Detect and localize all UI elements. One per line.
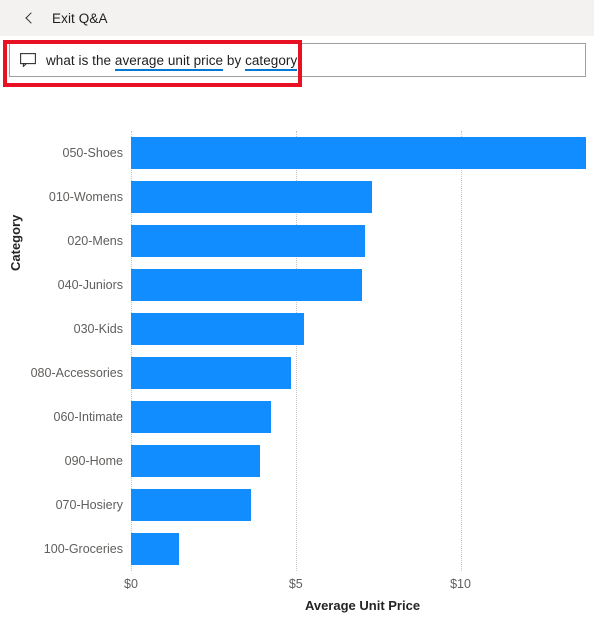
y-axis-category-label: 020-Mens [67, 234, 123, 248]
bar[interactable] [131, 269, 362, 301]
bar-row[interactable] [131, 269, 362, 301]
y-axis-category-label: 060-Intimate [53, 410, 123, 424]
bar[interactable] [131, 445, 260, 477]
y-axis-category-label: 010-Womens [48, 190, 123, 204]
y-axis-category-label: 050-Shoes [62, 146, 123, 160]
qa-token-0: what is the [46, 52, 115, 68]
y-axis-labels: 050-Shoes 010-Womens 020-Mens 040-Juniors 03… [0, 131, 131, 571]
bar-row[interactable] [131, 313, 304, 345]
bar-row[interactable] [131, 401, 272, 433]
bar-row[interactable] [131, 489, 252, 521]
bar-row[interactable] [131, 225, 365, 257]
qa-header-bar: Exit Q&A [0, 0, 594, 36]
bar[interactable] [131, 137, 586, 169]
qa-question-input[interactable]: what is the average unit price by catego… [9, 43, 586, 77]
bar[interactable] [131, 533, 179, 565]
qa-result-chart: Category 050-Shoes 010-Womens 020-Mens 040-… [0, 95, 594, 620]
bar[interactable] [131, 401, 272, 433]
qa-question-row: what is the average unit price by catego… [0, 37, 594, 83]
y-axis-category-label: 030-Kids [73, 322, 123, 336]
x-axis-tick-label: $10 [450, 577, 471, 591]
y-axis-category-label: 070-Hosiery [55, 498, 123, 512]
bar-row[interactable] [131, 533, 179, 565]
plot-area [131, 131, 594, 571]
y-axis-category-label: 100-Groceries [43, 542, 123, 556]
bar-row[interactable] [131, 445, 260, 477]
y-axis-category-label: 090-Home [64, 454, 123, 468]
bar[interactable] [131, 225, 365, 257]
bar-row[interactable] [131, 137, 586, 169]
speech-bubble-icon [20, 53, 36, 67]
qa-token-1[interactable]: average unit price [114, 52, 224, 71]
qa-token-2: by [223, 52, 246, 68]
bar[interactable] [131, 313, 304, 345]
bar-row[interactable] [131, 181, 372, 213]
chevron-left-icon[interactable] [22, 11, 36, 25]
bar-row[interactable] [131, 357, 291, 389]
qa-token-3[interactable]: category [245, 52, 298, 71]
bar[interactable] [131, 181, 372, 213]
bar[interactable] [131, 357, 291, 389]
y-axis-category-label: 040-Juniors [57, 278, 123, 292]
gridline [460, 131, 462, 571]
bar[interactable] [131, 489, 252, 521]
x-axis-title: Average Unit Price [304, 598, 421, 613]
qa-question-text: what is the average unit price by catego… [46, 52, 298, 71]
x-axis-tick-label: $0 [124, 577, 138, 591]
x-axis-tick-label: $5 [288, 577, 303, 591]
y-axis-category-label: 080-Accessories [30, 366, 123, 380]
exit-qa-button[interactable]: Exit Q&A [52, 11, 108, 26]
